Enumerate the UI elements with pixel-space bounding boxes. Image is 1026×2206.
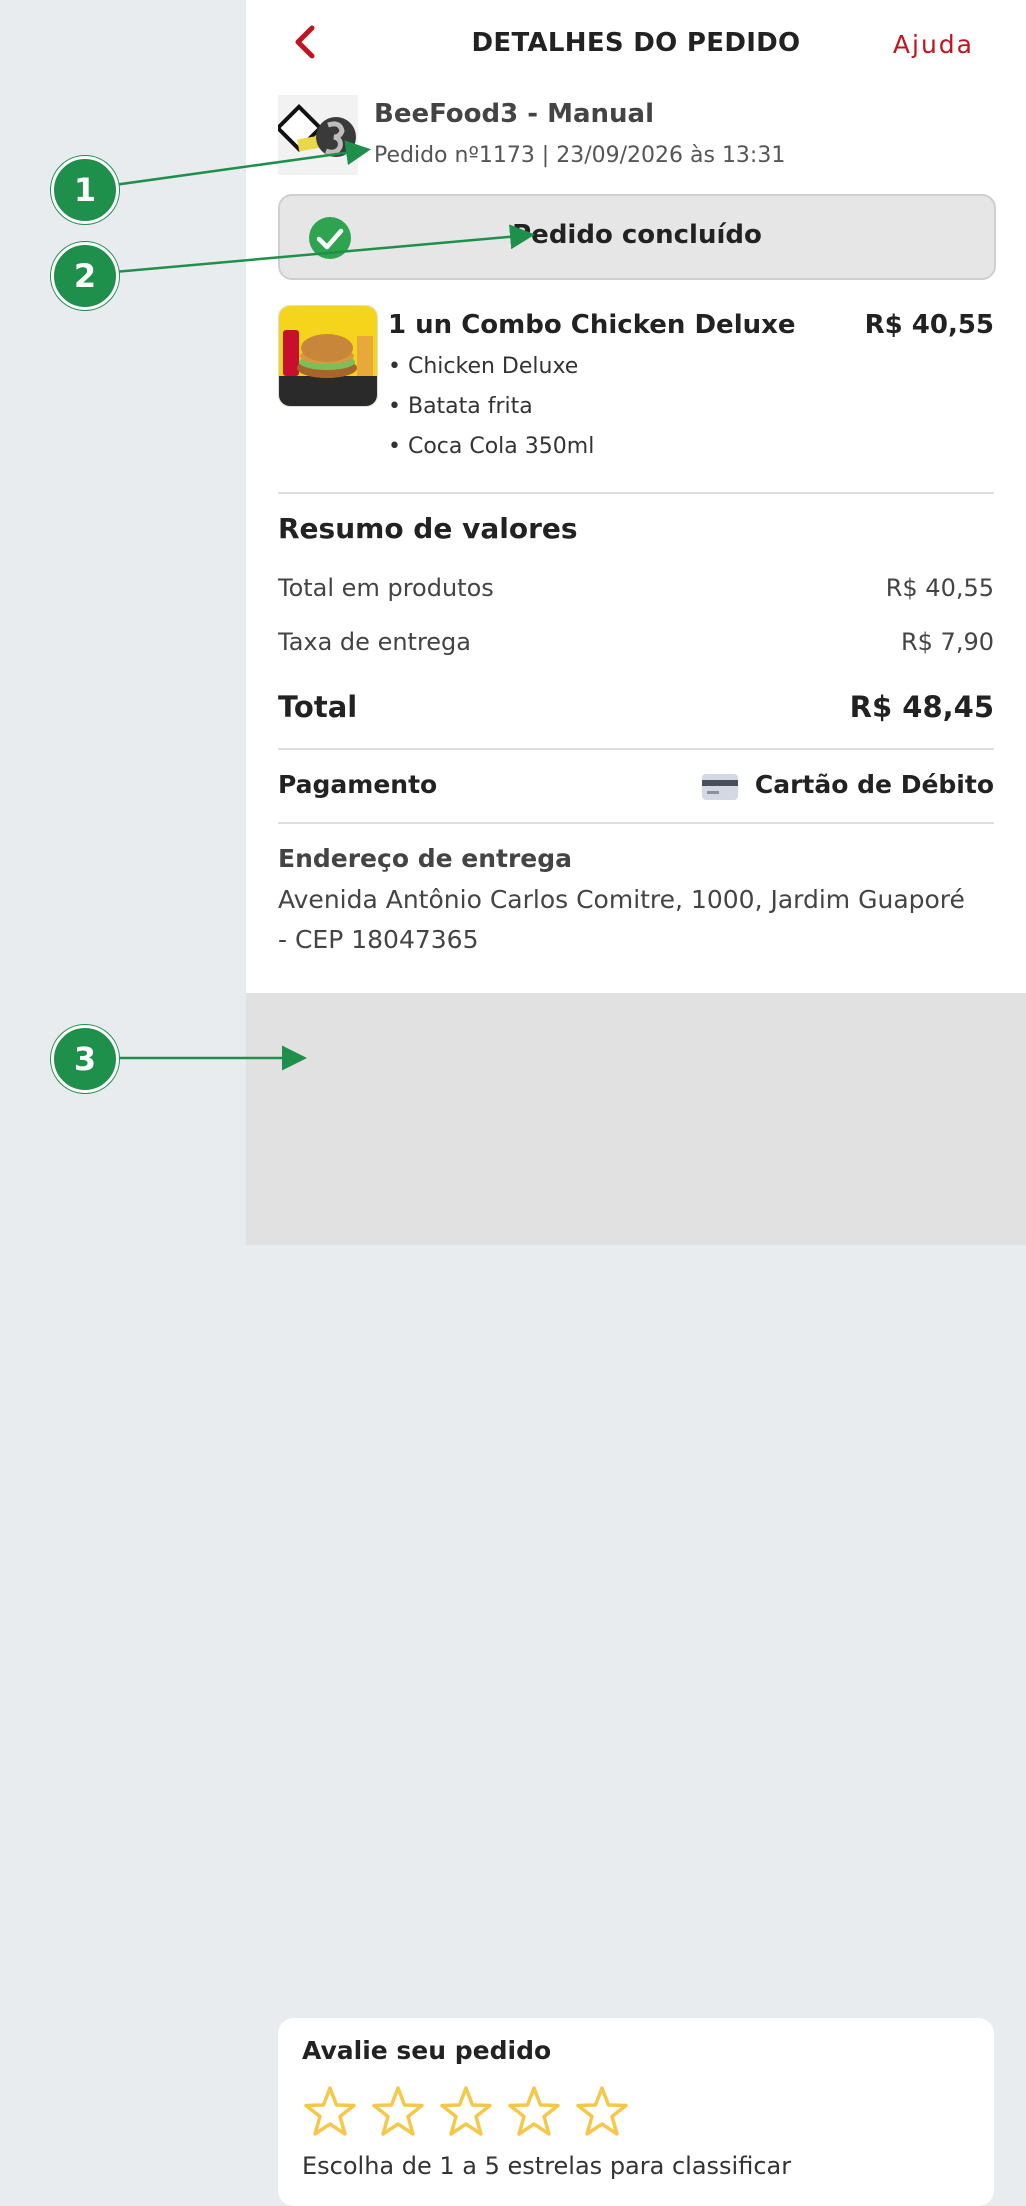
payment-label: Pagamento <box>278 770 438 799</box>
products-total-label: Total em produtos <box>278 574 494 602</box>
list-item: • Coca Cola 350ml <box>388 434 595 459</box>
annotation-badge-1: 1 <box>51 156 119 224</box>
order-number-date: Pedido nº1173 | 23/09/2026 às 13:31 <box>374 143 786 168</box>
product-name: 1 un Combo Chicken Deluxe <box>388 310 796 340</box>
total-value: R$ 48,45 <box>849 690 994 724</box>
order-status-text: Pedido concluído <box>512 220 762 250</box>
help-link[interactable]: Ajuda <box>893 30 974 59</box>
store-logo <box>278 95 358 175</box>
divider <box>278 748 994 750</box>
rating-card: Avalie seu pedido Escolha de 1 a 5 estre… <box>278 2018 994 2206</box>
rating-section: Avalie seu pedido Escolha de 1 a 5 estre… <box>246 993 1026 2206</box>
list-item: • Chicken Deluxe <box>388 354 579 379</box>
order-details-panel: DETALHES DO PEDIDO Ajuda BeeFood3 - Manu… <box>246 0 1026 2206</box>
product-sub-items: • Chicken Deluxe • Batata frita • Coca C… <box>388 350 594 470</box>
star-icon[interactable] <box>370 2084 426 2140</box>
divider <box>278 492 994 494</box>
order-status-banner: Pedido concluído <box>278 194 996 280</box>
delivery-fee-value: R$ 7,90 <box>900 628 994 656</box>
annotation-badge-2: 2 <box>51 242 119 310</box>
products-total-value: R$ 40,55 <box>885 574 994 602</box>
product-price: R$ 40,55 <box>864 310 994 340</box>
total-label: Total <box>278 690 358 724</box>
rating-title: Avalie seu pedido <box>302 2036 552 2065</box>
delivery-address-title: Endereço de entrega <box>278 844 573 873</box>
star-rating <box>302 2084 642 2140</box>
annotation-badge-3: 3 <box>51 1025 119 1093</box>
store-name: BeeFood3 - Manual <box>374 99 655 129</box>
star-icon[interactable] <box>438 2084 494 2140</box>
rating-hint: Escolha de 1 a 5 estrelas para classific… <box>302 2152 792 2180</box>
payment-method: Cartão de Débito <box>754 770 994 799</box>
summary-title: Resumo de valores <box>278 512 578 545</box>
credit-card-icon <box>702 774 738 800</box>
star-icon[interactable] <box>302 2084 358 2140</box>
left-background <box>0 0 246 1245</box>
star-icon[interactable] <box>506 2084 562 2140</box>
header: DETALHES DO PEDIDO Ajuda <box>246 0 1026 86</box>
list-item: • Batata frita <box>388 394 533 419</box>
delivery-address: Avenida Antônio Carlos Comitre, 1000, Ja… <box>278 885 965 954</box>
delivery-fee-label: Taxa de entrega <box>278 628 471 656</box>
star-icon[interactable] <box>574 2084 630 2140</box>
divider <box>278 822 994 824</box>
product-image <box>278 305 378 407</box>
